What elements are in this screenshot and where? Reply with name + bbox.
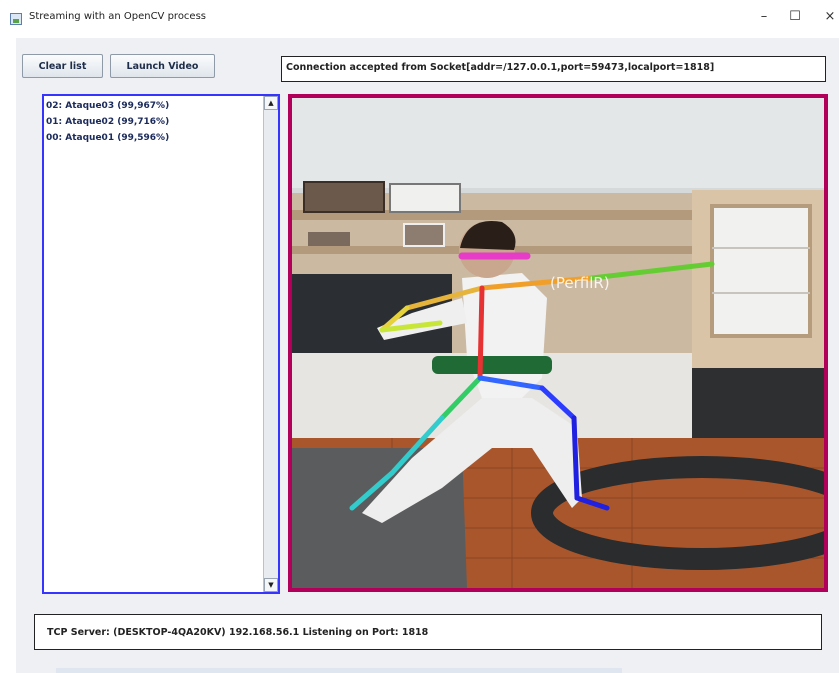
close-button[interactable]: × (820, 9, 839, 25)
launch-video-button[interactable]: Launch Video (110, 54, 215, 78)
detection-list[interactable]: 02: Ataque03 (99,967%) 01: Ataque02 (99,… (42, 94, 280, 594)
list-item[interactable]: 02: Ataque03 (99,967%) (46, 98, 169, 114)
minimize-button[interactable]: – (754, 9, 774, 25)
maximize-button[interactable]: ☐ (785, 9, 805, 25)
video-image: (PerfilR) (292, 98, 824, 588)
main-panel: Clear list Launch Video Connection accep… (16, 38, 839, 673)
bottom-scroll-strip (56, 668, 622, 673)
server-status-field: TCP Server: (DESKTOP-4QA20KV) 192.168.56… (34, 614, 822, 650)
title-bar: Streaming with an OpenCV process – ☐ × (0, 0, 839, 38)
scroll-down-arrow-icon[interactable]: ▼ (264, 578, 278, 592)
window-title: Streaming with an OpenCV process (29, 11, 207, 22)
list-item[interactable]: 00: Ataque01 (99,596%) (46, 130, 169, 146)
pose-overlay-label: (PerfilR) (550, 274, 610, 292)
java-app-icon (10, 13, 22, 25)
clear-list-button[interactable]: Clear list (22, 54, 103, 78)
scroll-up-arrow-icon[interactable]: ▲ (264, 96, 278, 110)
video-frame: (PerfilR) (288, 94, 828, 592)
list-item[interactable]: 01: Ataque02 (99,716%) (46, 114, 169, 130)
connection-status-field: Connection accepted from Socket[addr=/12… (281, 56, 826, 82)
list-scrollbar[interactable]: ▲ ▼ (263, 96, 278, 592)
